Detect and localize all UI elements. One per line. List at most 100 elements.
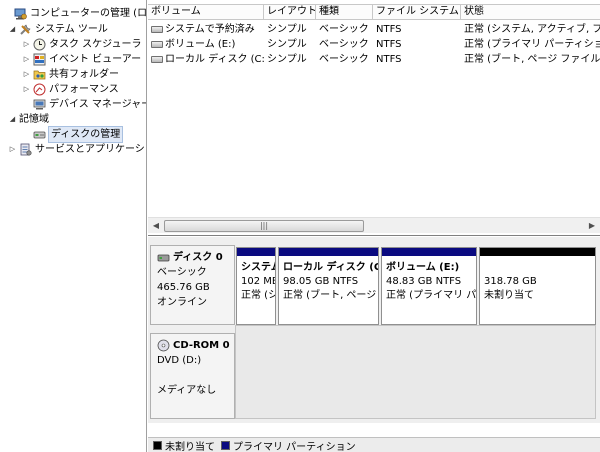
tree-item-disk-management[interactable]: ディスクの管理 [22, 126, 124, 143]
legend-label-primary: プライマリ パーティション [233, 441, 356, 452]
tree-item-label: パフォーマンス [49, 84, 119, 95]
performance-icon [33, 83, 46, 96]
disk-management-icon [33, 128, 46, 141]
partition-status: 未割り当て [484, 290, 534, 301]
tree-item-label: 共有フォルダー [49, 69, 119, 80]
volume-name: ローカル ディスク (C:) [165, 54, 264, 65]
tree-expander[interactable]: ▷ [8, 142, 17, 157]
disk-type: DVD (D:) [157, 355, 202, 366]
table-row[interactable]: システムで予約済み シンプル ベーシック NTFS 正常 (システム, アクティ… [148, 22, 600, 37]
disk-size [157, 368, 234, 383]
tree-expander[interactable]: ◢ [8, 112, 17, 127]
status-cell: 正常 (ブート, ページ ファイル, クラッシュ ダンプ) [464, 54, 600, 65]
tree-expander[interactable]: ▷ [22, 52, 31, 67]
partition-type-bar [279, 248, 378, 256]
layout-cell: シンプル [267, 39, 307, 50]
partition-name: システムで予約済み [241, 262, 275, 273]
volume-icon [151, 26, 163, 33]
tree-item-system-tools[interactable]: ◢ システム ツール [8, 22, 108, 37]
tree-item-label: 記憶域 [19, 114, 49, 125]
partition-size: 318.78 GB [484, 276, 537, 287]
scrollbar-thumb[interactable]: ||| [164, 220, 364, 232]
volume-name: ボリューム (E:) [165, 39, 236, 50]
file-system-cell: NTFS [376, 24, 402, 35]
partition-size: 98.05 GB NTFS [283, 276, 359, 287]
scroll-right-button[interactable]: ▶ [584, 218, 600, 234]
tree-item-shared-folders[interactable]: ▷ 共有フォルダー [22, 67, 119, 82]
partition-unallocated[interactable]: 318.78 GB 未割り当て [479, 247, 596, 325]
event-viewer-icon [33, 53, 46, 66]
partition-name: ボリューム (E:) [386, 262, 460, 273]
column-header-volume[interactable]: ボリューム [148, 5, 264, 19]
type-cell: ベーシック [319, 39, 369, 50]
tree-expander[interactable]: ◢ [8, 22, 17, 37]
disk-icon [157, 251, 170, 264]
clock-icon [33, 38, 46, 51]
disk-name: ディスク 0 [173, 252, 223, 263]
tree-item-label: ディスクの管理 [47, 126, 124, 143]
disk-name: CD-ROM 0 [173, 340, 230, 351]
shared-folder-icon [33, 68, 46, 81]
volume-cell: ローカル ディスク (C:) [148, 52, 264, 67]
list-header: ボリューム レイアウト 種類 ファイル システム 状態 [148, 4, 600, 20]
volume-icon [151, 41, 163, 48]
tree-item-device-manager[interactable]: デバイス マネージャー [22, 97, 147, 112]
table-row[interactable]: ボリューム (E:) シンプル ベーシック NTFS 正常 (プライマリ パーテ… [148, 37, 600, 52]
cdrom-media-area[interactable] [235, 325, 596, 419]
status-cell: 正常 (システム, アクティブ, プライマリ パーティション) [464, 24, 600, 35]
table-row[interactable]: ローカル ディスク (C:) シンプル ベーシック NTFS 正常 (ブート, … [148, 52, 600, 67]
volume-list: ボリューム レイアウト 種類 ファイル システム 状態 システムで予約済み シン… [148, 0, 600, 236]
partition-volume-e[interactable]: ボリューム (E:) 48.83 GB NTFS 正常 (プライマリ パーティシ… [381, 247, 477, 325]
computer-management-icon [14, 7, 27, 20]
partition-name [484, 261, 595, 275]
type-cell: ベーシック [319, 54, 369, 65]
column-header-file-system[interactable]: ファイル システム [373, 5, 461, 19]
column-header-status[interactable]: 状態 [461, 5, 600, 19]
disk-size: 465.76 GB [157, 282, 210, 293]
tree-item-event-viewer[interactable]: ▷ イベント ビューアー [22, 52, 141, 67]
cdrom-0-info[interactable]: CD-ROM 0 DVD (D:) メディアなし [150, 333, 235, 419]
column-header-layout[interactable]: レイアウト [264, 5, 316, 19]
tree-item-storage[interactable]: ◢ 記憶域 [8, 112, 49, 127]
tree-item-label: タスク スケジューラ [49, 39, 142, 50]
horizontal-scrollbar[interactable]: ◀ ||| ▶ [148, 217, 600, 233]
tree-item-task-scheduler[interactable]: ▷ タスク スケジューラ [22, 37, 141, 52]
partition-local-disk-c[interactable]: ローカル ディスク (C:) 98.05 GB NTFS 正常 (ブート, ペー… [278, 247, 379, 325]
partition-size: 102 MB NTFS [241, 276, 275, 287]
type-cell: ベーシック [319, 24, 369, 35]
layout-cell: シンプル [267, 24, 307, 35]
disk-status: メディアなし [157, 385, 217, 396]
column-header-type[interactable]: 種類 [316, 5, 373, 19]
tree-item-label: コンピューターの管理 (ローカル) [30, 8, 147, 19]
disk-graphical-view: ディスク 0 ベーシック 465.76 GB オンライン システムで予約済み 1… [148, 237, 600, 423]
partition-system-reserved[interactable]: システムで予約済み 102 MB NTFS 正常 (システム, アクティブ) [236, 247, 276, 325]
partition-type-bar [480, 248, 595, 256]
cd-drive-icon [157, 339, 170, 352]
volume-name: システムで予約済み [165, 24, 255, 35]
disk-status: オンライン [157, 297, 207, 308]
device-manager-icon [33, 98, 46, 111]
volume-cell: システムで予約済み [148, 22, 264, 37]
legend-label-unallocated: 未割り当て [165, 441, 215, 452]
disk-0-info[interactable]: ディスク 0 ベーシック 465.76 GB オンライン [150, 245, 235, 325]
tree-expander[interactable]: ▷ [22, 37, 31, 52]
services-icon [19, 143, 32, 156]
view-divider [148, 423, 600, 437]
tree-expander[interactable]: ▷ [22, 67, 31, 82]
tree-item-label: デバイス マネージャー [49, 99, 147, 110]
tree-expander[interactable]: ▷ [22, 82, 31, 97]
tree-item-label: イベント ビューアー [49, 54, 142, 65]
layout-cell: シンプル [267, 54, 307, 65]
tree-item-services-applications[interactable]: ▷ サービスとアプリケーション [8, 142, 146, 157]
scroll-left-button[interactable]: ◀ [148, 218, 164, 234]
partition-name: ローカル ディスク (C:) [283, 262, 378, 273]
volume-cell: ボリューム (E:) [148, 37, 264, 52]
tree-item-computer-management[interactable]: コンピューターの管理 (ローカル) [3, 6, 147, 21]
system-tools-icon [19, 23, 32, 36]
volume-icon [151, 56, 163, 63]
tree-item-label: システム ツール [35, 24, 108, 35]
file-system-cell: NTFS [376, 39, 402, 50]
legend-swatch-primary [221, 440, 230, 450]
console-tree: コンピューターの管理 (ローカル) ◢ システム ツール ▷ タスク スケジュー… [0, 0, 147, 452]
tree-item-performance[interactable]: ▷ パフォーマンス [22, 82, 119, 97]
